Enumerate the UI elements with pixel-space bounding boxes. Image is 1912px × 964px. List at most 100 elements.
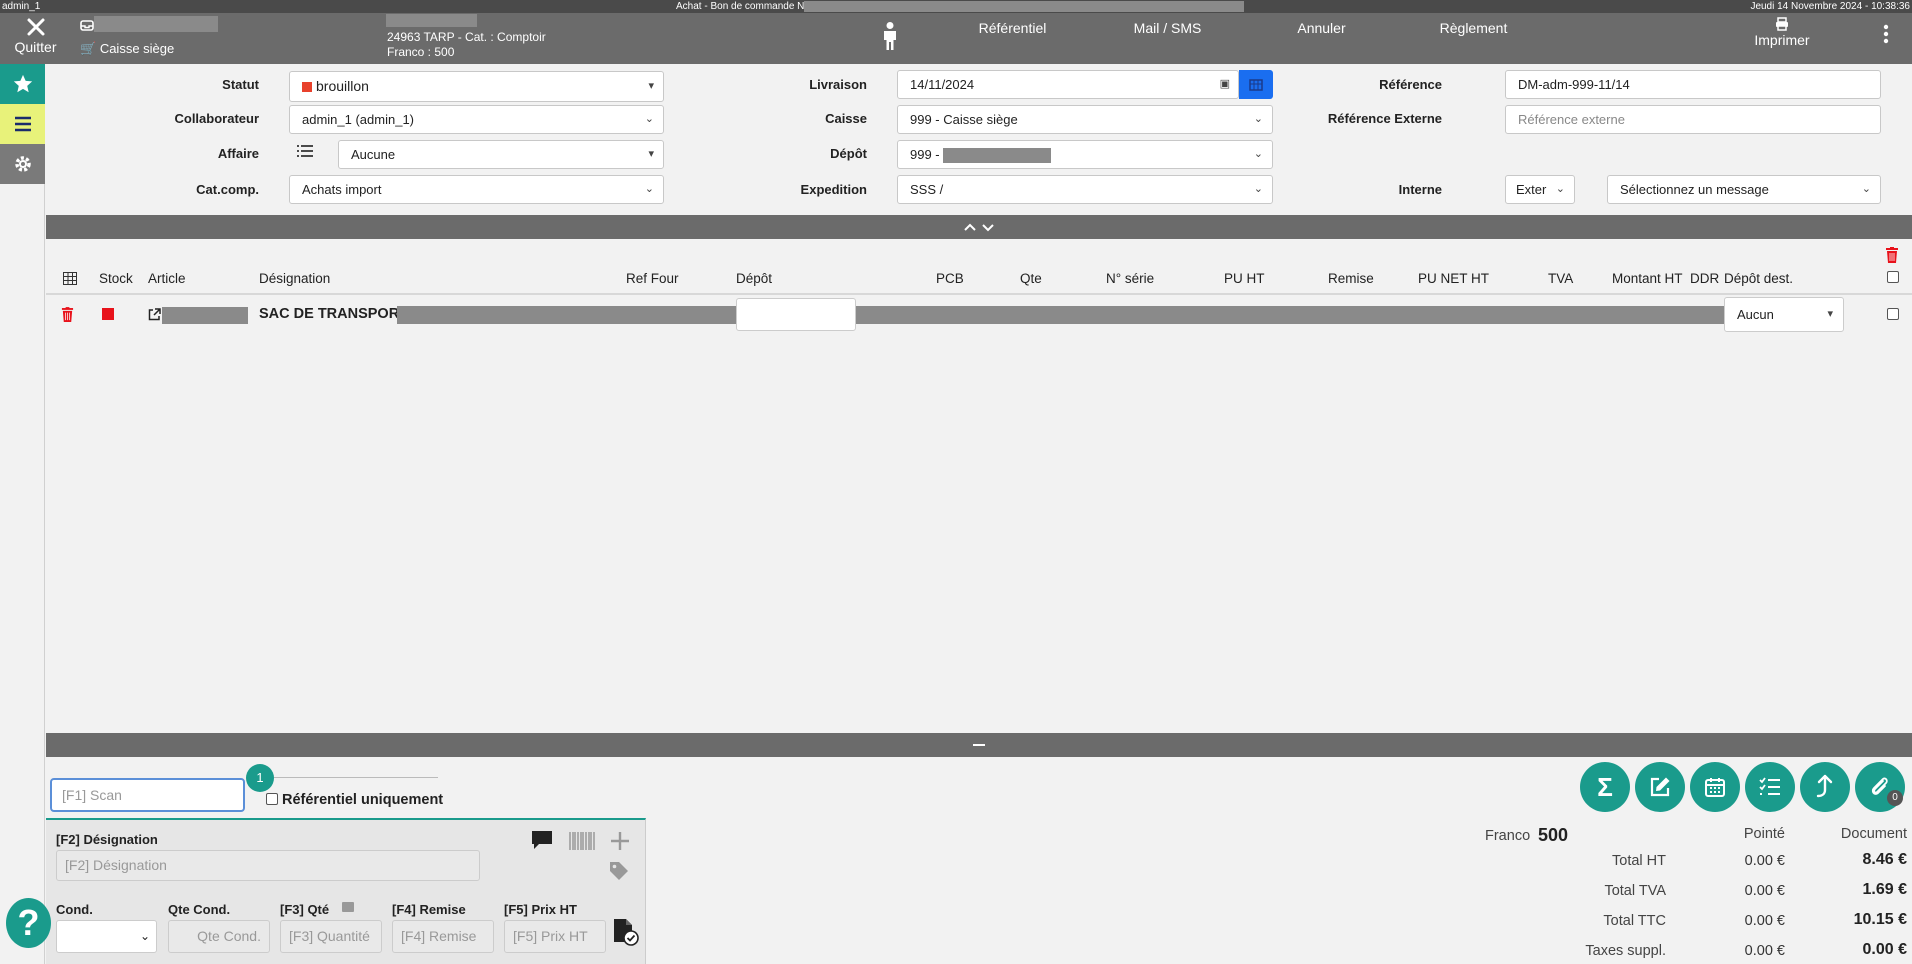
calendar-button[interactable] — [1239, 70, 1273, 99]
remise-input[interactable]: [F4] Remise — [392, 920, 494, 953]
taxes-suppl-label: Taxes suppl. — [1585, 943, 1666, 959]
depot-label: Dépôt — [830, 146, 867, 161]
reference-externe-label: Référence Externe — [1327, 111, 1442, 126]
row-checkbox[interactable] — [1887, 308, 1899, 320]
add-icon[interactable] — [610, 831, 630, 854]
referentiel-checkbox[interactable] — [266, 793, 278, 805]
col-pu-net-ht: PU NET HT — [1418, 271, 1490, 286]
menu-annuler[interactable]: Annuler — [1274, 20, 1369, 36]
statut-select[interactable]: brouillon ▾ — [289, 71, 664, 102]
depot-value: 999 - — [910, 147, 940, 162]
prix-ht-input[interactable]: [F5] Prix HT — [504, 920, 606, 953]
sidebar-menu[interactable] — [0, 104, 45, 144]
chevron-down-icon: ▾ — [648, 148, 654, 160]
caisse-label: Caisse — [825, 111, 867, 126]
delete-all-icon[interactable] — [1885, 247, 1899, 267]
depot-dest-select[interactable]: Aucun ▾ — [1724, 297, 1844, 332]
scan-input[interactable]: [F1] Scan — [50, 778, 245, 812]
barcode-icon[interactable] — [569, 832, 596, 853]
attachments-button[interactable]: 0 — [1855, 762, 1905, 812]
row-depot-input[interactable] — [736, 298, 856, 331]
menu-mail-sms[interactable]: Mail / SMS — [1120, 20, 1215, 36]
list-icon[interactable] — [297, 144, 313, 161]
checklist-icon — [1759, 777, 1780, 795]
message-value: Sélectionnez un message — [1620, 182, 1769, 197]
delete-row-icon[interactable] — [61, 307, 74, 326]
attachment-count: 0 — [1887, 790, 1903, 806]
minus-icon — [973, 744, 985, 746]
livraison-label: Livraison — [809, 77, 867, 92]
star-icon — [13, 74, 32, 93]
col-document-header: Document — [1840, 826, 1907, 842]
external-link-icon[interactable] — [148, 308, 161, 324]
calendar-action-button[interactable] — [1690, 762, 1740, 812]
message-select[interactable]: Sélectionnez un message ⌄ — [1607, 175, 1881, 204]
sidebar-favorites[interactable] — [0, 64, 45, 104]
franco-info: Franco : 500 — [387, 45, 455, 59]
total-ttc-document: 10.15 € — [1853, 911, 1907, 928]
remise-placeholder: [F4] Remise — [401, 928, 477, 944]
sigma-icon: Σ — [1597, 771, 1613, 802]
tag-icon[interactable] — [608, 860, 630, 885]
total-tva-pointe: 0.00 € — [1744, 883, 1785, 899]
help-button[interactable]: ? — [6, 898, 51, 948]
designation-placeholder: [F2] Désignation — [65, 857, 167, 873]
reference-externe-input[interactable]: Référence externe — [1505, 105, 1881, 134]
affaire-select[interactable]: Aucune ▾ — [338, 140, 664, 169]
resize-bar[interactable] — [46, 733, 1912, 757]
designation-input[interactable]: [F2] Désignation — [56, 850, 480, 881]
transfer-button[interactable] — [1800, 762, 1850, 812]
col-ddr: DDR — [1690, 271, 1720, 286]
reference-input[interactable]: DM-adm-999-11/14 — [1505, 70, 1881, 99]
affaire-label: Affaire — [217, 146, 259, 161]
edit-button[interactable] — [1635, 762, 1685, 812]
qte-cond-input[interactable]: Qte Cond. — [168, 920, 270, 953]
chevron-down-icon: ⌄ — [1253, 148, 1263, 160]
calculator-icon[interactable] — [342, 902, 354, 912]
menu-icon — [14, 116, 31, 132]
chevron-down-icon: ⌄ — [1253, 113, 1263, 125]
table-row: SAC DE TRANSPORT Aucun ▾ — [46, 296, 1912, 334]
franco-label: Franco — [1485, 828, 1531, 844]
designation-label: [F2] Désignation — [56, 832, 158, 847]
cond-label: Cond. — [56, 902, 93, 917]
livraison-date-input[interactable]: 14/11/2024 ▣ — [897, 70, 1239, 99]
system-bar: admin_1 Achat - Bon de commande N Jeudi … — [0, 0, 1912, 13]
qte-input[interactable]: [F3] Quantité — [280, 920, 382, 953]
col-pointe-header: Pointé — [1743, 826, 1785, 842]
more-vertical-icon[interactable] — [1880, 23, 1892, 48]
menu-reglement[interactable]: Règlement — [1426, 20, 1521, 36]
comment-icon[interactable] — [530, 829, 554, 854]
quit-button[interactable]: Quitter — [8, 16, 63, 55]
register-button[interactable]: 🛒 Caisse siège — [80, 41, 174, 57]
datetime: Jeudi 14 Novembre 2024 - 10:38:36 — [1750, 1, 1910, 12]
top-toolbar: Quitter 🛒 Caisse siège 24963 TARP - Cat.… — [0, 13, 1912, 64]
col-depot-dest: Dépôt dest. — [1724, 271, 1794, 286]
select-all-checkbox[interactable] — [1887, 271, 1899, 283]
chevron-down-icon: ▾ — [648, 80, 654, 92]
print-button[interactable]: Imprimer — [1742, 17, 1822, 48]
sum-button[interactable]: Σ — [1580, 762, 1630, 812]
col-qte: Qte — [1020, 271, 1042, 286]
collaborateur-select[interactable]: admin_1 (admin_1) ⌄ — [289, 105, 664, 134]
person-icon[interactable] — [880, 21, 900, 54]
collapse-bar[interactable] — [46, 215, 1912, 239]
caisse-select[interactable]: 999 - Caisse siège ⌄ — [897, 105, 1273, 134]
sidebar-settings[interactable] — [0, 144, 45, 184]
reference-value: DM-adm-999-11/14 — [1518, 77, 1630, 92]
chevron-down-icon: ⌄ — [1253, 183, 1263, 195]
total-ttc-label: Total TTC — [1603, 913, 1666, 929]
expedition-select[interactable]: SSS / ⌄ — [897, 175, 1273, 204]
interne-select[interactable]: Exter ⌄ — [1505, 175, 1575, 204]
cond-select[interactable]: ⌄ — [56, 920, 157, 953]
table-grid-icon[interactable] — [63, 272, 77, 288]
close-icon — [27, 18, 44, 36]
catcomp-select[interactable]: Achats import ⌄ — [289, 175, 664, 204]
depot-select[interactable]: 999 - ⌄ — [897, 140, 1273, 169]
qte-cond-label: Qte Cond. — [168, 902, 231, 917]
menu-referentiel[interactable]: Référentiel — [965, 20, 1060, 36]
stock-status-square — [102, 308, 114, 320]
checklist-button[interactable] — [1745, 762, 1795, 812]
document-check-icon[interactable] — [611, 918, 639, 949]
total-ht-document: 8.46 € — [1862, 851, 1907, 868]
